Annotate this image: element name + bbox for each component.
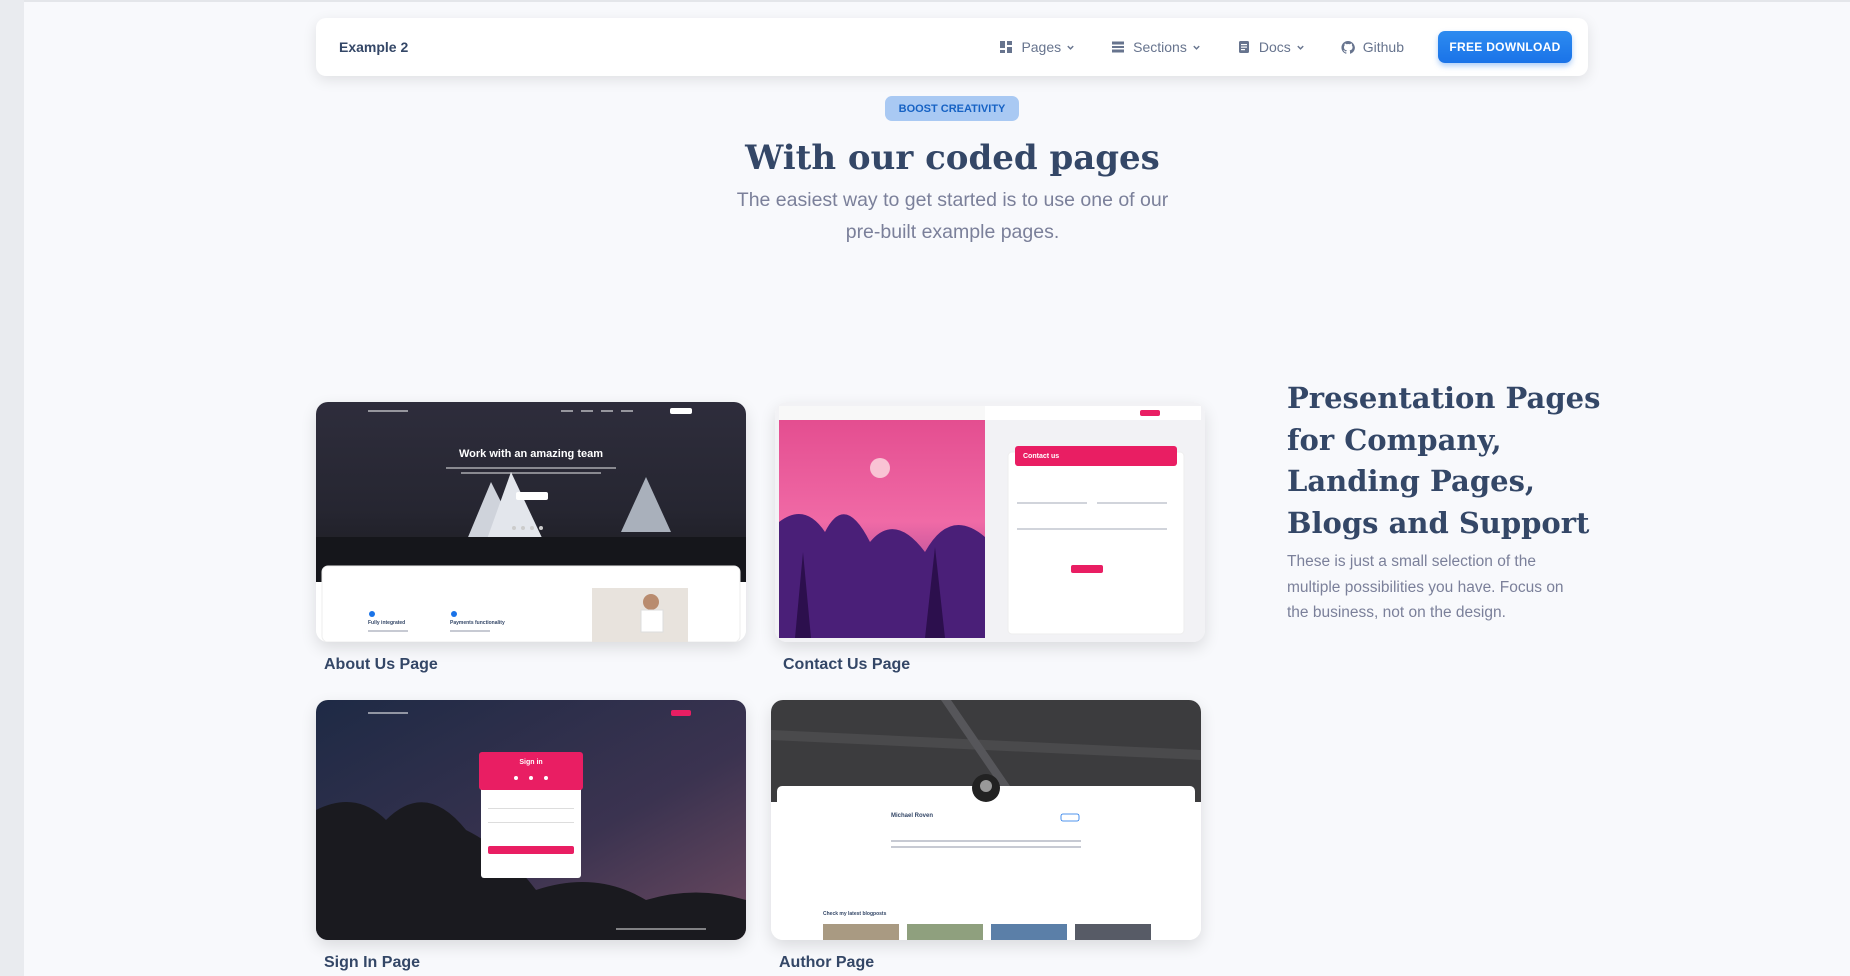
sign-in-thumb-heading: Sign in — [519, 759, 543, 766]
contact-us-label[interactable]: Contact Us Page — [783, 656, 1205, 674]
sign-in-thumbnail[interactable]: Sign in — [316, 700, 746, 940]
nav-github[interactable]: Github — [1341, 39, 1404, 55]
nav-docs-label: Docs — [1258, 39, 1291, 55]
contact-us-thumb-heading: Contact us — [1023, 453, 1060, 460]
author-card: Michael Roven Check my latest blogposts … — [771, 700, 1201, 972]
author-thumb-heading: Michael Roven — [891, 813, 934, 819]
hero-title: With our coded pages — [745, 138, 1160, 178]
presentation-pages-title: Presentation Pages for Company, Landing … — [1287, 381, 1601, 540]
author-preview-image — [771, 700, 1201, 940]
author-label[interactable]: Author Page — [779, 954, 1201, 972]
nav-sections-label: Sections — [1133, 39, 1187, 55]
about-us-thumb-feature-1: Fully integrated — [368, 620, 406, 626]
nav-docs[interactable]: Docs — [1237, 39, 1305, 55]
about-us-preview-image — [316, 402, 746, 642]
about-us-thumbnail[interactable]: Work with an amazing team Fully integrat… — [316, 402, 746, 642]
chevron-down-icon — [1296, 43, 1305, 52]
nav-pages[interactable]: Pages — [999, 39, 1075, 55]
free-download-button[interactable]: FREE DOWNLOAD — [1438, 31, 1572, 63]
left-scroll-strip — [0, 0, 24, 976]
brand-name[interactable]: Example 2 — [339, 39, 408, 55]
chevron-down-icon — [1192, 43, 1201, 52]
about-us-label[interactable]: About Us Page — [324, 656, 746, 674]
chevron-down-icon — [1066, 43, 1075, 52]
nav-links: Pages Sections Docs Github FREE DOWNLOAD — [999, 31, 1572, 63]
nav-sections[interactable]: Sections — [1111, 39, 1201, 55]
sign-in-label[interactable]: Sign In Page — [324, 954, 746, 972]
about-us-thumb-feature-2: Payments functionality — [450, 620, 505, 626]
top-border — [0, 0, 1850, 2]
presentation-pages-description: These is just a small selection of the m… — [1287, 553, 1564, 621]
sections-icon — [1111, 40, 1125, 54]
sign-in-preview-image — [316, 700, 746, 940]
sign-in-card: Sign in Sign In Page — [316, 700, 746, 972]
docs-icon — [1237, 40, 1251, 54]
author-thumb-subheading: Check my latest blogposts — [823, 911, 887, 917]
about-us-card: Work with an amazing team Fully integrat… — [316, 402, 746, 674]
top-navbar: Example 2 Pages Sections Docs Github FRE… — [316, 18, 1588, 76]
contact-us-card: Contact us Contact Us Page — [775, 402, 1205, 674]
nav-github-label: Github — [1362, 39, 1404, 55]
nav-pages-label: Pages — [1021, 39, 1062, 55]
hero-subtitle: The easiest way to get started is to use… — [736, 189, 1169, 243]
about-us-thumb-heading: Work with an amazing team — [458, 448, 604, 460]
github-icon — [1341, 40, 1355, 54]
boost-creativity-badge: BOOST CREATIVITY — [885, 96, 1019, 121]
contact-us-thumbnail[interactable]: Contact us — [775, 402, 1205, 642]
dashboard-icon — [999, 40, 1013, 54]
contact-us-preview-image — [775, 402, 1205, 642]
author-thumbnail[interactable]: Michael Roven Check my latest blogposts — [771, 700, 1201, 940]
